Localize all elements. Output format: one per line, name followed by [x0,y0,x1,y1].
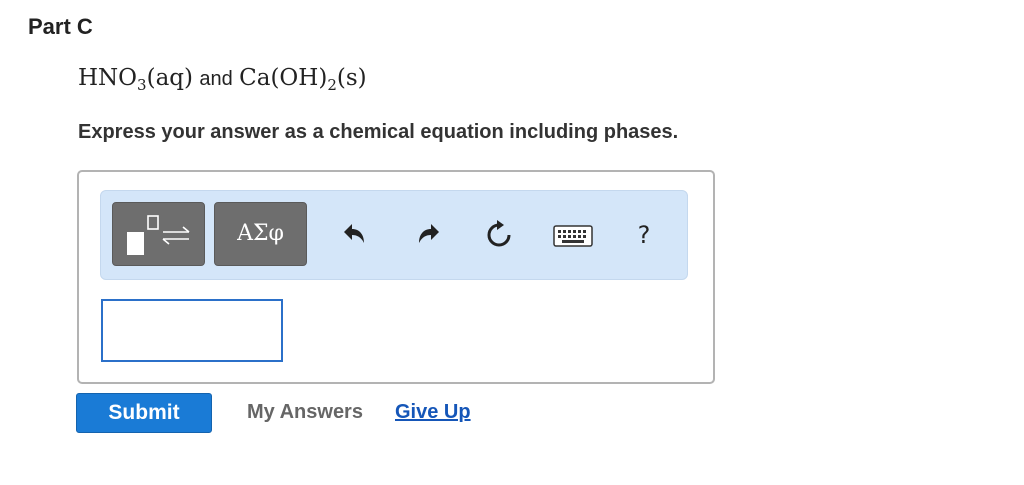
give-up-link[interactable]: Give Up [395,401,471,424]
reactant1-phase: (aq) [146,65,193,91]
redo-button[interactable] [413,219,445,251]
question-text: HNO3(aq) and Ca(OH)2(s) [78,64,367,94]
reactant2-subscript: 2 [327,76,337,94]
answer-box: ΑΣφ ? [77,170,715,384]
part-title: Part C [28,14,93,39]
reactant1-subscript: 3 [137,76,147,94]
reactant1-formula: HNO [78,65,138,91]
question-conjunction: and [199,68,233,90]
keyboard-button[interactable] [553,225,593,247]
keyboard-icon [553,225,593,247]
greek-symbols-button[interactable]: ΑΣφ [214,202,307,266]
equation-toolbar: ΑΣφ ? [100,190,688,280]
reset-button[interactable] [483,219,515,251]
submit-button[interactable]: Submit [76,393,212,433]
answer-input[interactable] [101,299,283,362]
greek-symbols-label: ΑΣφ [237,221,284,246]
templates-icon [127,215,190,255]
my-answers-label: My Answers [247,401,363,423]
reactant2-formula: Ca(OH) [239,65,328,91]
reset-icon [487,220,511,247]
reactant2-phase: (s) [336,65,367,91]
help-button[interactable]: ? [628,219,660,251]
undo-icon [344,224,364,243]
redo-icon [419,224,439,243]
templates-button[interactable] [112,202,205,266]
undo-button[interactable] [338,219,370,251]
instruction-text: Express your answer as a chemical equati… [78,121,679,143]
